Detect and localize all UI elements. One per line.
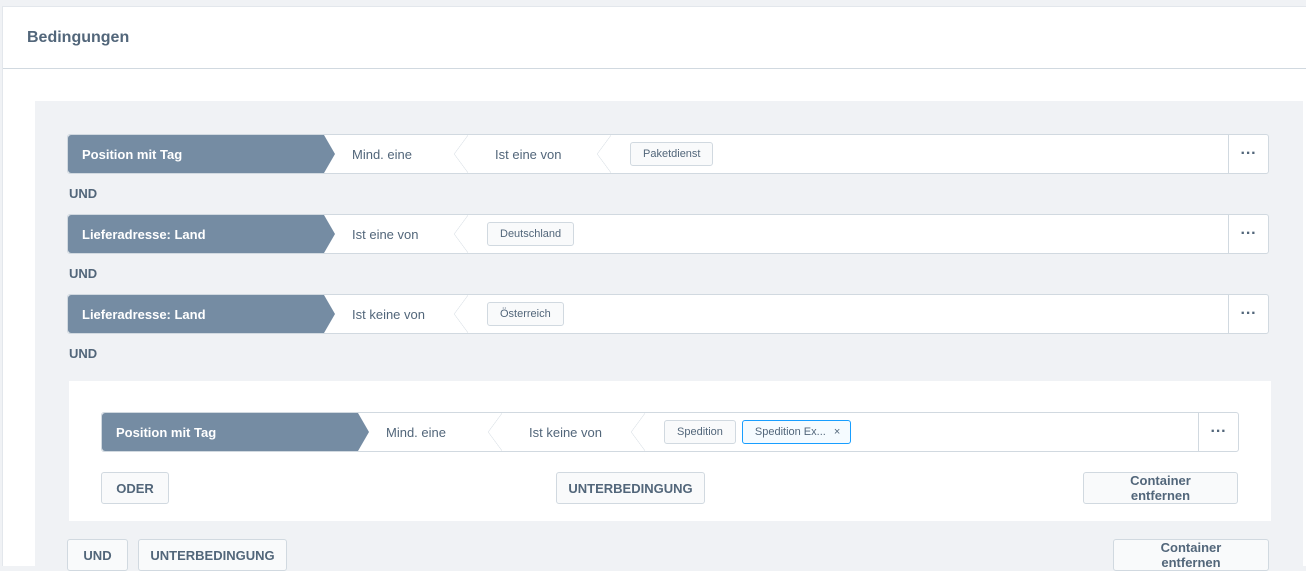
- value-tag[interactable]: Österreich: [487, 302, 564, 326]
- condition-row-3: Lieferadresse: Land Ist keine von Österr…: [67, 294, 1269, 334]
- card-header: Bedingungen: [3, 7, 1306, 69]
- condition-menu-button[interactable]: ···: [1228, 135, 1268, 173]
- condition-field-select[interactable]: Lieferadresse: Land: [68, 295, 335, 333]
- remove-tag-icon[interactable]: ×: [834, 426, 840, 438]
- condition-operator-select[interactable]: Ist keine von: [324, 295, 468, 333]
- condition-menu-button[interactable]: ···: [1228, 215, 1268, 253]
- subcondition-button[interactable]: UNTERBEDINGUNG: [556, 472, 705, 504]
- condition-menu-button[interactable]: ···: [1198, 413, 1238, 451]
- condition-operator-select[interactable]: Ist eine von: [467, 135, 611, 173]
- condition-quantifier-select[interactable]: Mind. eine: [324, 135, 468, 173]
- ellipsis-icon: ···: [1240, 225, 1257, 242]
- connector-label: UND: [69, 346, 98, 361]
- connector-label: UND: [69, 186, 98, 201]
- condition-row-1: Position mit Tag Mind. eine Ist eine von…: [67, 134, 1269, 174]
- condition-values-input[interactable]: Spedition Spedition Ex... ×: [644, 413, 1198, 451]
- condition-values-input[interactable]: Österreich: [467, 295, 1228, 333]
- value-tag[interactable]: Deutschland: [487, 222, 575, 246]
- condition-field-select[interactable]: Position mit Tag: [68, 135, 335, 173]
- condition-values-input[interactable]: Paketdienst: [610, 135, 1228, 173]
- outer-condition-container: Position mit Tag Mind. eine Ist eine von…: [35, 101, 1303, 571]
- condition-quantifier-select[interactable]: Mind. eine: [358, 413, 502, 451]
- value-tag-selected[interactable]: Spedition Ex... ×: [741, 420, 852, 444]
- inner-condition-row: Position mit Tag Mind. eine Ist keine vo…: [101, 412, 1239, 452]
- ellipsis-icon: ···: [1240, 145, 1257, 162]
- inner-condition-container: Position mit Tag Mind. eine Ist keine vo…: [69, 381, 1271, 521]
- condition-field-select[interactable]: Position mit Tag: [102, 413, 369, 451]
- conditions-card: Bedingungen Position mit Tag Mind. eine …: [2, 6, 1306, 571]
- and-button[interactable]: UND: [67, 539, 128, 571]
- condition-row-2: Lieferadresse: Land Ist eine von Deutsch…: [67, 214, 1269, 254]
- value-tag[interactable]: Paketdienst: [630, 142, 714, 166]
- outer-subcondition-button[interactable]: UNTERBEDINGUNG: [138, 539, 287, 571]
- condition-field-select[interactable]: Lieferadresse: Land: [68, 215, 335, 253]
- condition-values-input[interactable]: Deutschland: [467, 215, 1228, 253]
- condition-operator-select[interactable]: Ist eine von: [324, 215, 468, 253]
- card-title: Bedingungen: [27, 28, 130, 46]
- remove-container-button[interactable]: Container entfernen: [1083, 472, 1238, 504]
- value-tag[interactable]: Spedition: [664, 420, 736, 444]
- connector-label: UND: [69, 266, 98, 281]
- condition-operator-select[interactable]: Ist keine von: [501, 413, 645, 451]
- outer-remove-container-button[interactable]: Container entfernen: [1113, 539, 1269, 571]
- ellipsis-icon: ···: [1210, 423, 1227, 440]
- or-button[interactable]: ODER: [101, 472, 169, 504]
- condition-menu-button[interactable]: ···: [1228, 295, 1268, 333]
- ellipsis-icon: ···: [1240, 305, 1257, 322]
